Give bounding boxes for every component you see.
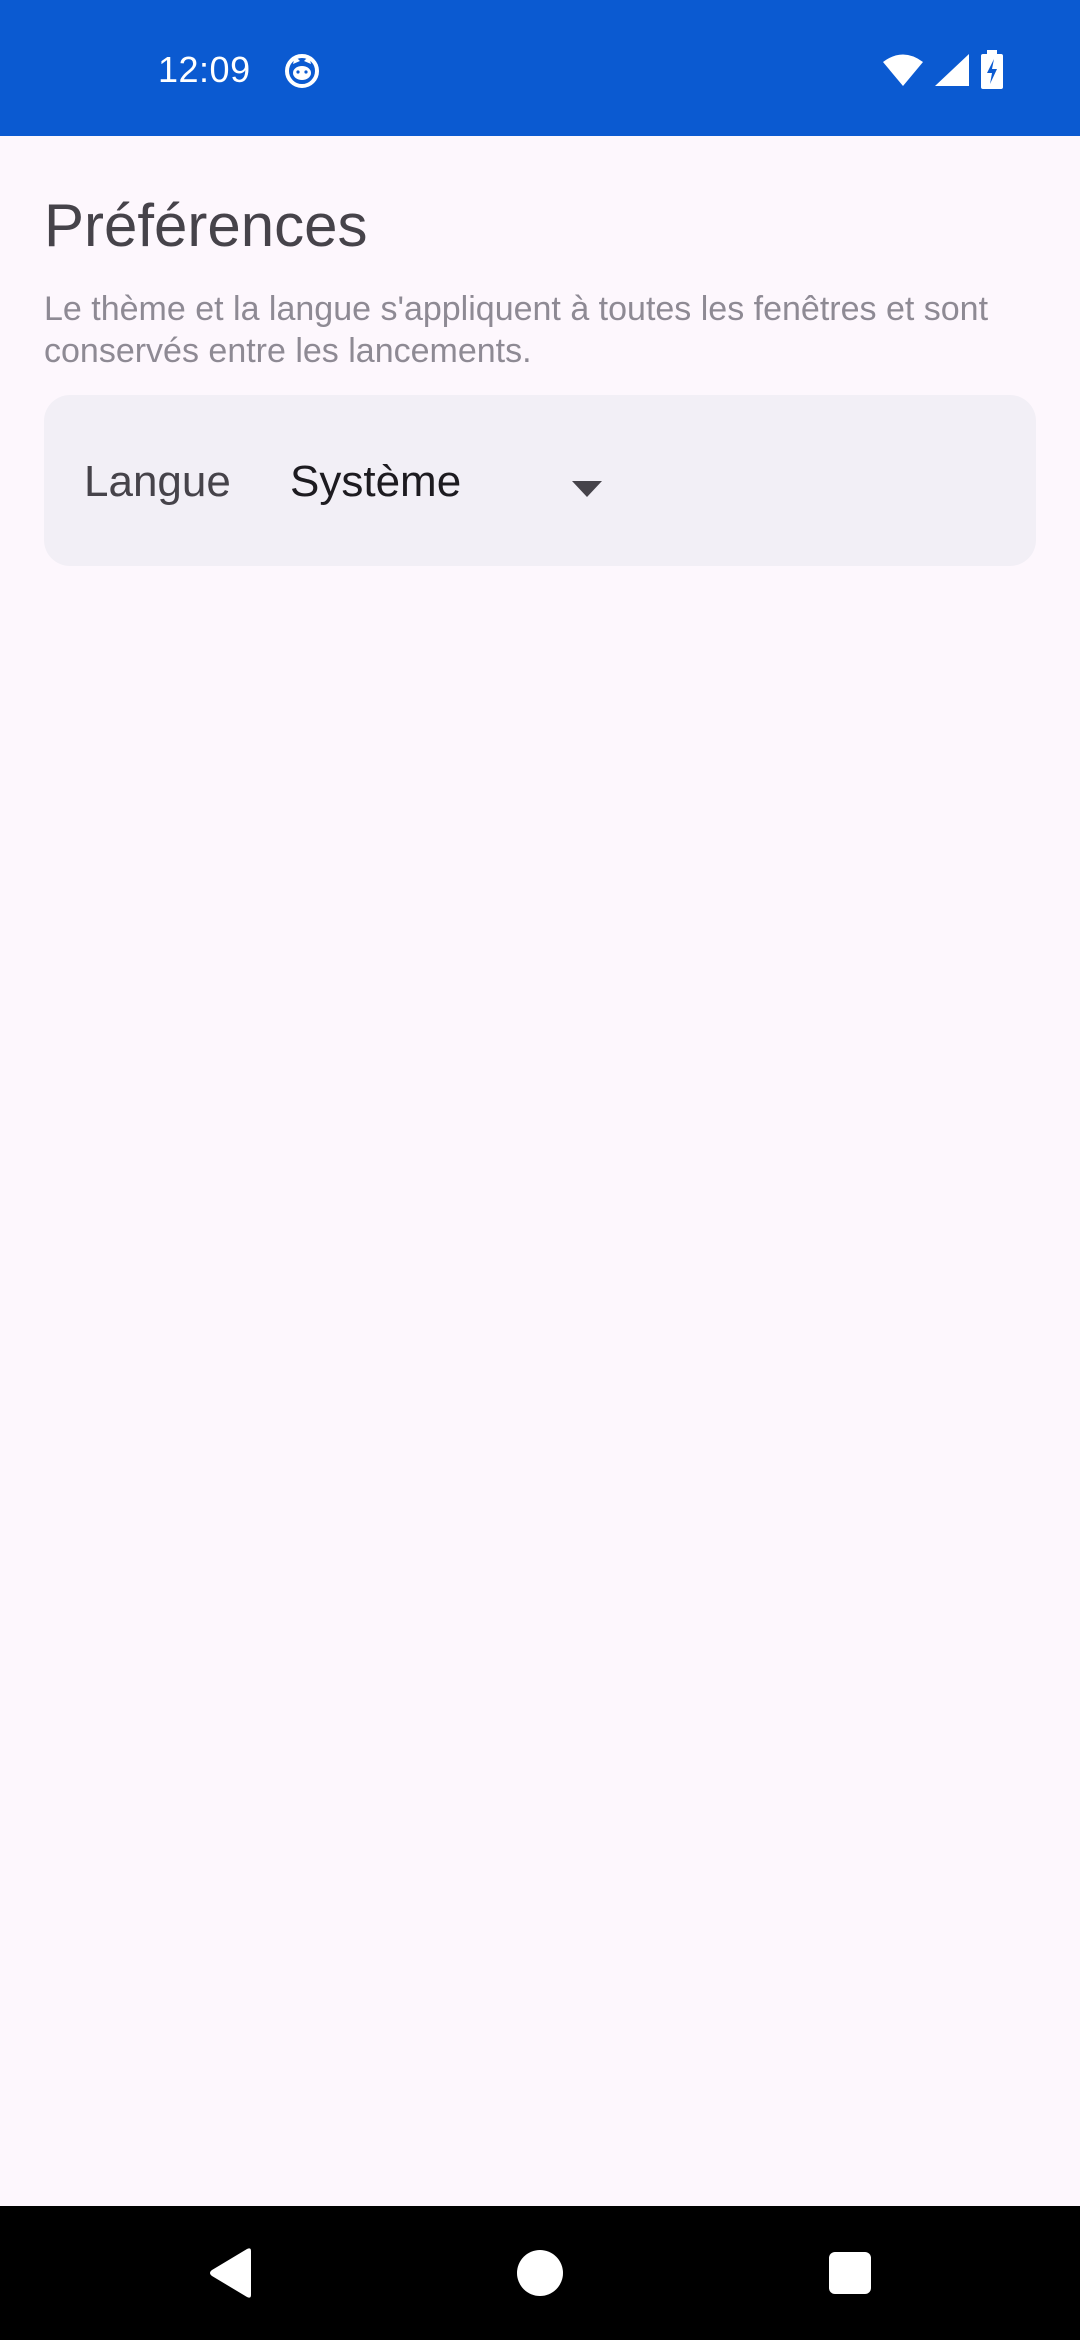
back-button[interactable] (150, 2206, 310, 2340)
home-button[interactable] (460, 2206, 620, 2340)
recents-button[interactable] (770, 2206, 930, 2340)
cat-face-icon (285, 54, 319, 88)
page-description: Le thème et la langue s'appliquent à tou… (44, 290, 989, 370)
language-setting-card: Langue Système (44, 395, 1036, 566)
wifi-icon (883, 54, 923, 86)
status-time: 12:09 (158, 49, 251, 90)
language-label: Langue (84, 457, 231, 506)
preferences-screen: Préférences Le thème et la langue s'appl… (0, 136, 1080, 2206)
language-dropdown[interactable]: Système (288, 435, 602, 527)
language-selected-value: Système (290, 457, 462, 506)
cell-signal-icon (935, 54, 969, 86)
battery-charging-icon (981, 50, 1003, 89)
back-icon (210, 2248, 251, 2298)
home-icon (517, 2250, 563, 2296)
navigation-bar (0, 2206, 1080, 2340)
status-bar: 12:09 (0, 0, 1080, 136)
page-title: Préférences (44, 192, 368, 259)
recents-icon (829, 2252, 871, 2294)
caret-down-icon (572, 481, 602, 497)
status-icons (882, 50, 1004, 90)
